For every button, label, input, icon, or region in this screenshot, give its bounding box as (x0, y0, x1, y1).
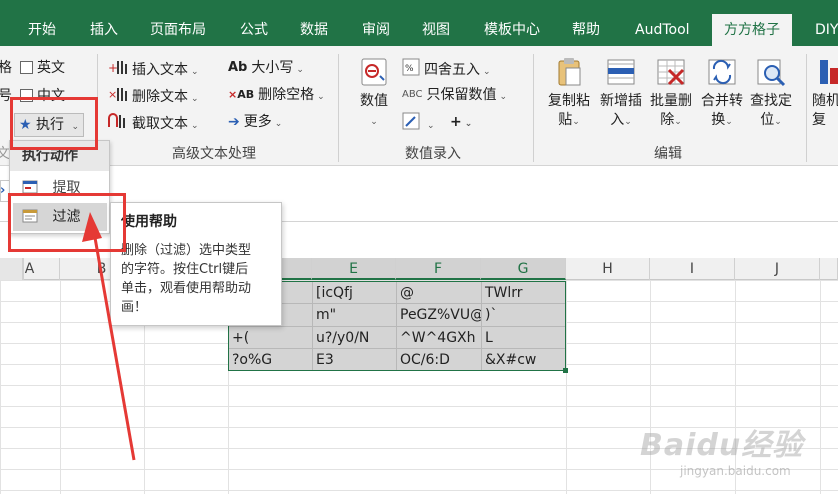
baidu-watermark: Baidu经验 jingyan.baidu.com (640, 420, 803, 478)
watermark-brand: Baidu经验 (640, 428, 804, 463)
watermark-url: jingyan.baidu.com (680, 464, 791, 478)
